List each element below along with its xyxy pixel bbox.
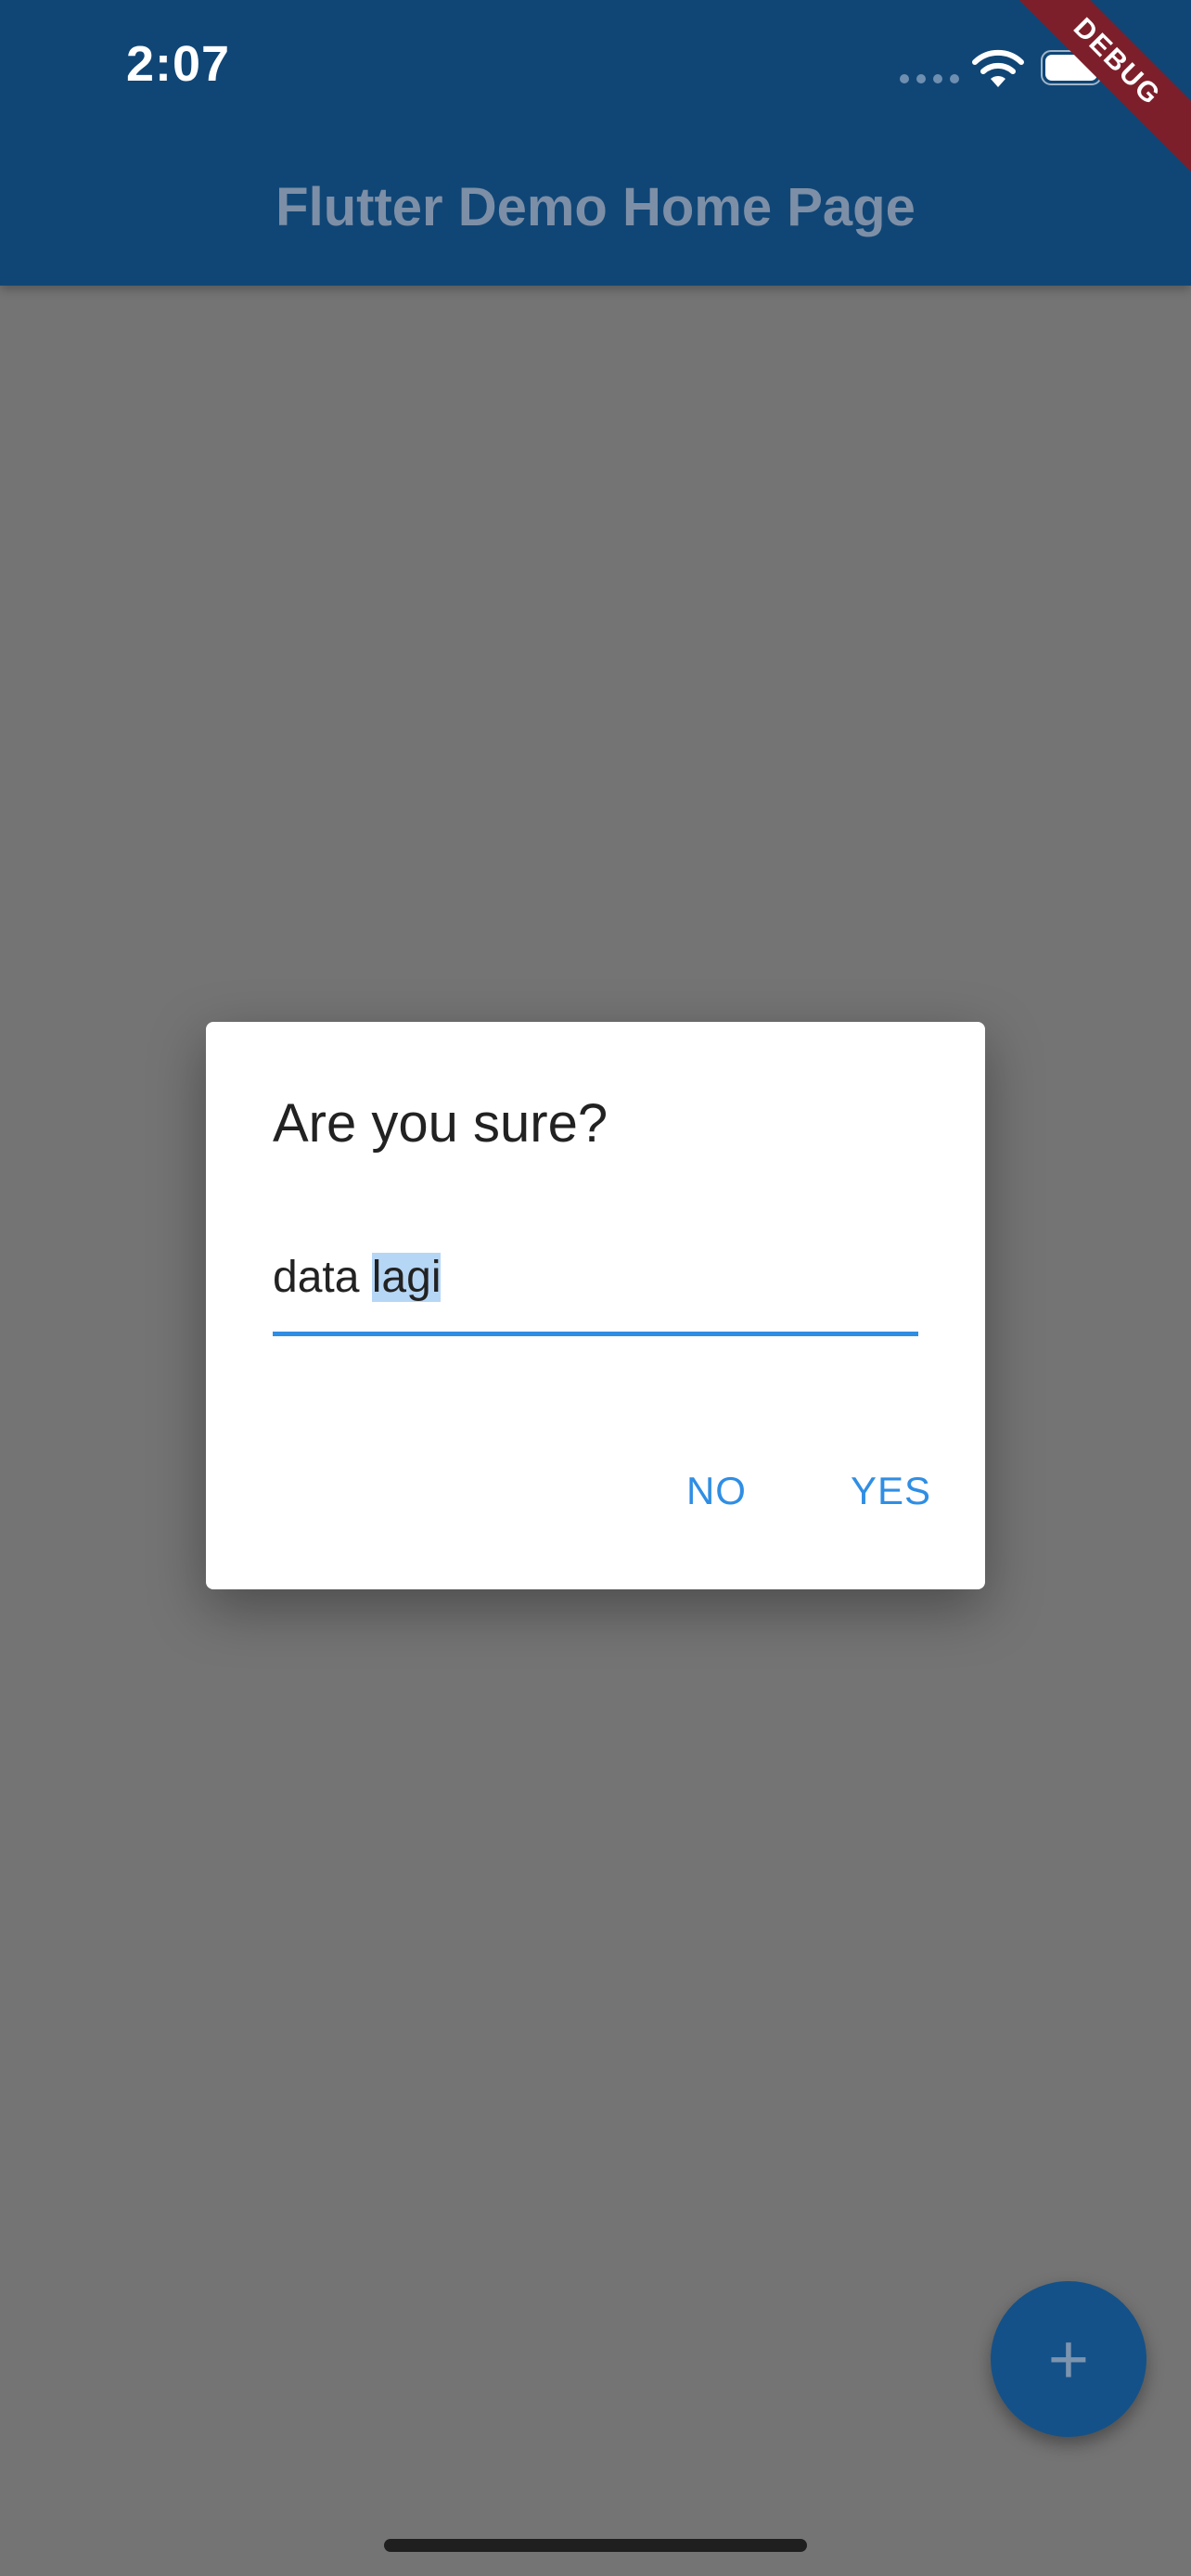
dialog-actions: NO YES — [686, 1469, 931, 1513]
home-indicator[interactable] — [384, 2539, 807, 2552]
dialog-title: Are you sure? — [273, 1093, 608, 1154]
text-selection: lagi — [371, 1253, 442, 1302]
app-bar: 2:07 Flutter Demo Home Page DEBUG — [0, 0, 1191, 286]
text-field-value: data lagi — [273, 1252, 442, 1303]
page-title: Flutter Demo Home Page — [275, 177, 916, 237]
screen: 2:07 Flutter Demo Home Page DEBUG Are yo… — [0, 0, 1191, 2576]
wifi-icon — [972, 49, 1024, 87]
confirm-dialog: Are you sure? data lagi NO YES — [206, 1022, 985, 1589]
plus-icon: + — [1047, 2319, 1090, 2399]
cellular-signal-icon — [900, 74, 959, 83]
text-field-value-unselected: data — [273, 1253, 372, 1302]
no-button[interactable]: NO — [686, 1469, 747, 1513]
debug-banner: DEBUG — [1000, 0, 1191, 179]
yes-button[interactable]: YES — [851, 1469, 931, 1513]
dialog-text-field[interactable]: data lagi — [273, 1243, 918, 1336]
add-fab-button[interactable]: + — [991, 2281, 1146, 2437]
status-time: 2:07 — [126, 36, 231, 92]
